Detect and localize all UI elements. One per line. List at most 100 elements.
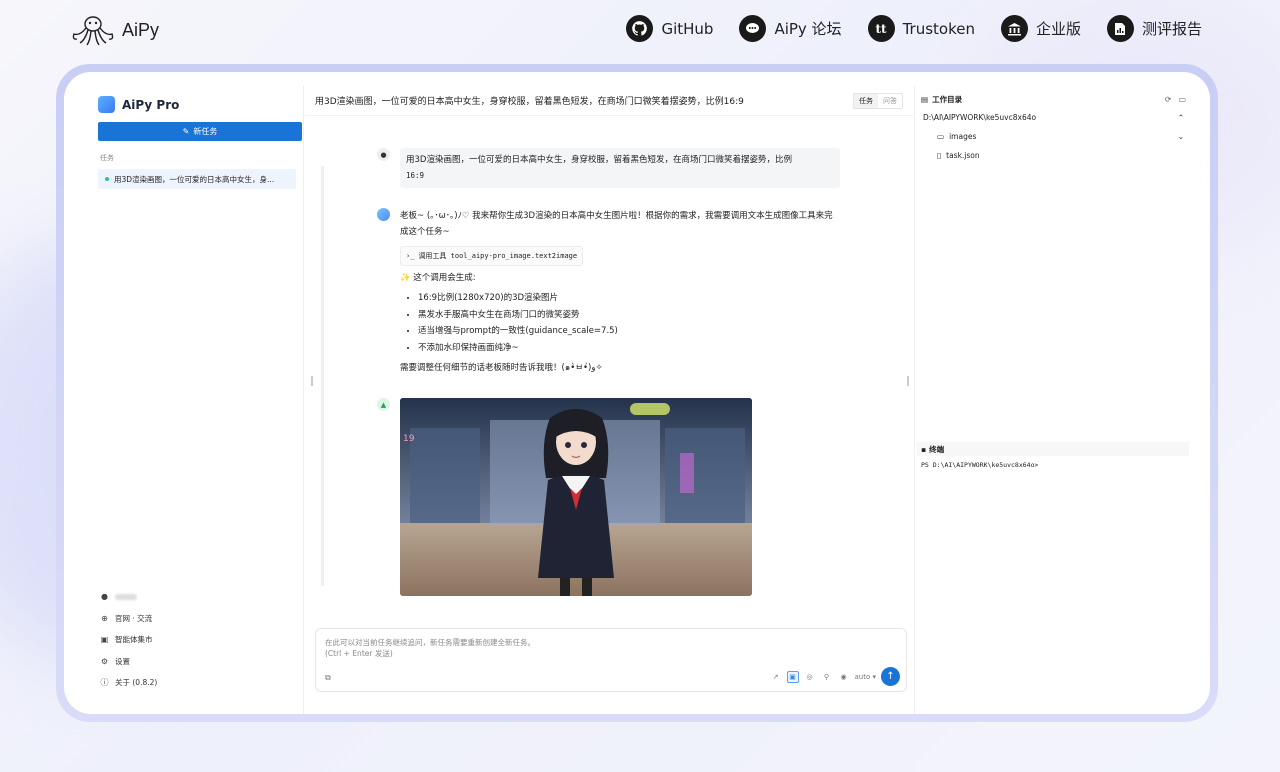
- task-list-item[interactable]: 用3D渲染画图，一位可爱的日本高中女生，身...: [98, 169, 296, 189]
- brand-text: AiPy Pro: [122, 97, 180, 112]
- svg-text:19: 19: [403, 434, 415, 444]
- tree-item-folder[interactable]: ▭ images ⌄: [915, 127, 1194, 146]
- store-icon: ▣: [100, 635, 109, 645]
- generated-image[interactable]: 19: [400, 398, 752, 596]
- list-item: 黑发水手服高中女生在商场门口的微笑姿势: [418, 307, 840, 324]
- right-panel: ▤ 工作目录 ⟳ ▭ D:\AI\AIPYWORK\ke5uvc8x64o ⌃ …: [914, 86, 1194, 714]
- open-folder-icon[interactable]: ▭: [1178, 95, 1186, 104]
- pin-icon[interactable]: ⚲: [821, 671, 833, 683]
- folder-icon: ▭: [937, 132, 945, 141]
- terminal-header: ▪ 终端: [917, 442, 1189, 456]
- nav-link-label: Trustoken: [902, 19, 975, 38]
- model-select[interactable]: auto ▾: [855, 673, 877, 681]
- workdir-path: D:\AI\AIPYWORK\ke5uvc8x64o: [923, 113, 1037, 122]
- composer-toolbar: ↗ ▣ ◎ ⚲ ◉ auto ▾ ↑: [770, 667, 900, 686]
- user-icon: ●: [101, 592, 108, 602]
- image-avatar-icon: ▲: [377, 398, 390, 411]
- report-icon: [1106, 15, 1134, 42]
- tree-item-file[interactable]: ▯ task.json: [915, 146, 1194, 165]
- footer-settings[interactable]: ⚙ 设置: [98, 651, 298, 673]
- list-item: 16:9比例(1280x720)的3D渲染图片: [418, 290, 840, 307]
- top-nav: AiPy GitHub AiPy 论坛 tt Trustoken 企业版 测评报…: [0, 0, 1280, 62]
- assistant-message-body: 老板~ (｡･ω･｡)ﾉ♡ 我来帮你生成3D渲染的日本高中女生图片啦！根据你的需…: [400, 208, 840, 376]
- nav-link-forum[interactable]: AiPy 论坛: [739, 15, 842, 42]
- footer-about[interactable]: ⓘ 关于 (0.8.2): [98, 672, 298, 694]
- footer-website[interactable]: ⊕ 官网 · 交流: [98, 608, 298, 630]
- nav-link-label: AiPy 论坛: [774, 20, 842, 38]
- composer-placeholder[interactable]: 在此可以对当前任务继续追问，新任务需要重新创建全新任务。 (Ctrl + Ent…: [325, 637, 897, 659]
- user-message: ● 用3D渲染画图，一位可爱的日本高中女生，身穿校服，留着黑色短发，在商场门口微…: [377, 148, 840, 188]
- chevron-up-icon[interactable]: ⌃: [1178, 113, 1184, 122]
- user-profile[interactable]: ●: [98, 586, 298, 608]
- footer-agent-market[interactable]: ▣ 智能体集市: [98, 629, 298, 651]
- footer-label: 关于 (0.8.2): [115, 678, 158, 688]
- tab-task[interactable]: 任务: [854, 93, 878, 108]
- nav-link-github[interactable]: GitHub: [626, 15, 713, 42]
- user-message-text: 用3D渲染画图，一位可爱的日本高中女生，身穿校服，留着黑色短发，在商场门口微笑着…: [406, 155, 792, 165]
- new-task-label: 新任务: [193, 127, 218, 136]
- aipy-pro-icon: [98, 96, 115, 113]
- nav-link-label: 企业版: [1035, 20, 1081, 38]
- send-button[interactable]: ↑: [881, 667, 900, 686]
- folder-tree-icon: ▤: [921, 94, 929, 104]
- logo-text: AiPy: [122, 19, 160, 40]
- user-avatar-icon: ●: [377, 148, 390, 161]
- image-mode-icon[interactable]: ▣: [786, 670, 799, 683]
- tab-qa[interactable]: 问答: [878, 94, 902, 108]
- resize-handle-left[interactable]: [311, 376, 313, 386]
- octopus-icon: [72, 16, 114, 46]
- sidebar: AiPy Pro ✎ 新任务 任务 用3D渲染画图，一位可爱的日本高中女生，身.…: [90, 86, 324, 714]
- attach-file-icon[interactable]: ⧉: [325, 673, 331, 683]
- assistant-outro: 需要调整任何细节的话老板随时告诉我哦！(๑•̀ㅂ•́)و✧: [400, 363, 603, 373]
- chat-title: 用3D渲染画图，一位可爱的日本高中女生，身穿校服，留着黑色短发，在商场门口微笑着…: [315, 97, 744, 107]
- globe-icon: ⊕: [101, 613, 108, 623]
- share-icon[interactable]: ↗: [770, 671, 782, 683]
- workdir-actions: ⟳ ▭: [1165, 95, 1186, 104]
- workdir-title-text: 工作目录: [932, 94, 963, 104]
- terminal-icon: ▪: [921, 444, 927, 454]
- status-dot: [105, 177, 109, 181]
- web-search-icon[interactable]: ◎: [804, 671, 816, 683]
- chevron-down-icon[interactable]: ⌄: [1178, 132, 1184, 141]
- task-title: 用3D渲染画图，一位可爱的日本高中女生，身...: [114, 174, 275, 184]
- tool-call-chip[interactable]: ›_ 调用工具 tool_aipy-pro_image.text2image: [400, 246, 584, 266]
- nav-link-trustoken[interactable]: tt Trustoken: [867, 15, 975, 42]
- task-section-label: 任务: [100, 154, 114, 162]
- refresh-icon[interactable]: ⟳: [1165, 95, 1172, 104]
- file-icon: ▯: [937, 151, 942, 160]
- brand: AiPy Pro: [98, 96, 303, 113]
- footer-label: 设置: [115, 656, 130, 666]
- nav-link-label: GitHub: [661, 19, 714, 38]
- message-composer[interactable]: 在此可以对当前任务继续追问，新任务需要重新创建全新任务。 (Ctrl + Ent…: [315, 628, 907, 692]
- github-icon: [626, 15, 654, 42]
- terminal-prompt-icon: ›_: [406, 252, 415, 260]
- info-icon: ⓘ: [100, 678, 109, 688]
- resize-handle-right[interactable]: [907, 376, 909, 386]
- tool-call-label: 调用工具 tool_aipy-pro_image.text2image: [418, 252, 578, 260]
- sidebar-footer: ● ⊕ 官网 · 交流 ▣ 智能体集市 ⚙ 设置 ⓘ 关于 (0.8.2): [98, 586, 298, 694]
- user-message-bubble: 用3D渲染画图，一位可爱的日本高中女生，身穿校服，留着黑色短发，在商场门口微笑着…: [400, 148, 840, 188]
- tt-icon: tt: [867, 15, 895, 42]
- chat-header: 用3D渲染画图，一位可爱的日本高中女生，身穿校服，留着黑色短发，在商场门口微笑着…: [305, 86, 913, 116]
- result-bullets: 16:9比例(1280x720)的3D渲染图片 黑发水手服高中女生在商场门口的微…: [418, 290, 840, 356]
- nav-link-enterprise[interactable]: 企业版: [1000, 15, 1081, 42]
- location-icon[interactable]: ◉: [838, 671, 850, 683]
- terminal-prompt[interactable]: PS D:\AI\AIPYWORK\ke5uvc8x64o>: [921, 461, 1038, 469]
- app-window: AiPy Pro ✎ 新任务 任务 用3D渲染画图，一位可爱的日本高中女生，身.…: [64, 72, 1210, 714]
- nav-link-report[interactable]: 测评报告: [1106, 15, 1202, 42]
- plus-chat-icon: ✎: [182, 127, 190, 136]
- anime-girl-illustration: 19: [400, 398, 752, 596]
- image-result-message: ▲ 19: [377, 398, 752, 596]
- tree-item-label: images: [949, 132, 977, 141]
- new-task-button[interactable]: ✎ 新任务: [98, 122, 302, 141]
- list-item: 不添加水印保持画面纯净~: [418, 340, 840, 357]
- mode-switch: 任务 问答: [853, 92, 903, 109]
- aipy-logo[interactable]: AiPy: [70, 14, 159, 46]
- app-frame: AiPy Pro ✎ 新任务 任务 用3D渲染画图，一位可爱的日本高中女生，身.…: [56, 64, 1218, 722]
- user-message-tail: 16:9: [406, 171, 425, 180]
- gear-icon: ⚙: [100, 656, 109, 666]
- blurred-username: [115, 593, 137, 600]
- terminal-title: 终端: [929, 444, 945, 454]
- workdir-path-row[interactable]: D:\AI\AIPYWORK\ke5uvc8x64o ⌃: [915, 108, 1194, 127]
- workdir-header: ▤ 工作目录 ⟳ ▭: [915, 90, 1194, 108]
